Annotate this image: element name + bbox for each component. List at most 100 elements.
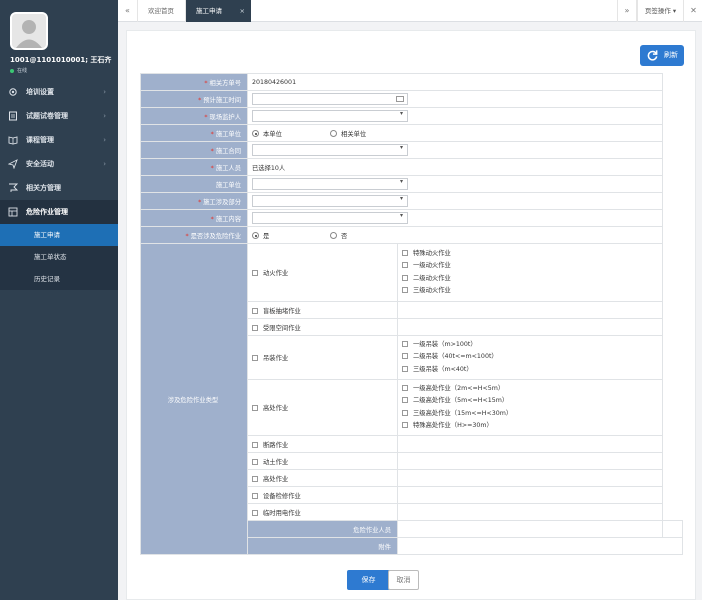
- close-icon[interactable]: ×: [240, 0, 245, 22]
- sidebar-item-training-settings[interactable]: 培训设置 ›: [0, 80, 118, 104]
- type-height[interactable]: 高处作业: [247, 379, 398, 436]
- tab-home[interactable]: 欢迎首页: [138, 0, 186, 22]
- form-actions: 保存 取消: [127, 570, 697, 592]
- level-option[interactable]: 三级吊装（m<40t）: [402, 364, 658, 377]
- tab-operations-dropdown[interactable]: 页签操作 ▾: [637, 0, 683, 22]
- level-option[interactable]: 二级动火作业: [402, 273, 658, 286]
- attachment-cell[interactable]: [397, 537, 683, 555]
- calendar-icon[interactable]: [396, 96, 404, 102]
- radio-checked[interactable]: [252, 232, 259, 239]
- personnel-cell[interactable]: [397, 520, 663, 538]
- unit-radio-own[interactable]: 本单位: [252, 129, 328, 138]
- tab-construction-application[interactable]: 施工申请 ×: [186, 0, 251, 22]
- checkbox-label: 三级高处作业（15m<=H<30m）: [413, 409, 513, 417]
- danger-radio-yes[interactable]: 是: [252, 231, 328, 240]
- checkbox[interactable]: [402, 409, 408, 416]
- tab-label: 欢迎首页: [148, 7, 174, 15]
- level-option[interactable]: 三级高处作业（15m<=H<30m）: [402, 408, 658, 421]
- fullscreen-button[interactable]: ✕: [683, 0, 702, 22]
- radio-unchecked[interactable]: [330, 232, 338, 239]
- tab-scroll-right-button[interactable]: »: [617, 0, 637, 22]
- avatar[interactable]: [10, 12, 48, 50]
- checkbox[interactable]: [252, 405, 258, 411]
- workers-value[interactable]: 已选择10人: [247, 158, 663, 176]
- start-time-input[interactable]: [252, 93, 408, 105]
- level-option[interactable]: 一级动火作业: [402, 260, 658, 273]
- refresh-button[interactable]: 刷新: [640, 45, 684, 66]
- chevron-right-icon: ›: [103, 136, 106, 144]
- level-option[interactable]: 二级吊装（40t<=m<100t）: [402, 351, 658, 364]
- checkbox[interactable]: [402, 274, 408, 281]
- type-fire[interactable]: 动火作业: [247, 243, 398, 302]
- content-select[interactable]: ▾: [252, 212, 408, 224]
- type-confined-space[interactable]: 受限空间作业: [247, 318, 398, 336]
- checkbox[interactable]: [252, 270, 258, 276]
- sidebar-item-dangerous-work[interactable]: 危险作业管理: [0, 200, 118, 224]
- sidebar-item-related-party[interactable]: 相关方管理: [0, 176, 118, 200]
- chevron-down-icon: ▾: [399, 110, 403, 117]
- tab-scroll-left-button[interactable]: «: [118, 0, 138, 22]
- checkbox[interactable]: [402, 262, 408, 268]
- type-temp-power[interactable]: 临时用电作业: [247, 503, 398, 521]
- form-label: * 施工人员: [140, 158, 248, 176]
- submenu-history[interactable]: 历史记录: [0, 268, 118, 290]
- chevron-down-icon: ▾: [399, 178, 403, 185]
- area-select[interactable]: ▾: [252, 195, 408, 207]
- chevron-down-icon: ▾: [399, 144, 403, 151]
- sidebar-item-exam-management[interactable]: 试题试卷管理 ›: [0, 104, 118, 128]
- user-avatar-icon: [12, 14, 46, 48]
- unit-radio-related[interactable]: 相关单位: [330, 129, 366, 138]
- form-label: * 施工涉及部分: [140, 192, 248, 210]
- book-icon: [8, 136, 18, 145]
- level-option[interactable]: 一级吊装（m>100t）: [402, 339, 658, 352]
- level-option[interactable]: 一级高处作业（2m<=H<5m）: [402, 383, 658, 396]
- submenu-construction-application[interactable]: 施工申请: [0, 224, 118, 246]
- type-road-break[interactable]: 断路作业: [247, 435, 398, 453]
- tab-label: 施工申请: [196, 7, 222, 15]
- checkbox-label: 一级动火作业: [413, 262, 451, 269]
- type-lifting[interactable]: 吊装作业: [247, 335, 398, 380]
- cancel-button[interactable]: 取消: [388, 570, 419, 590]
- checkbox[interactable]: [402, 422, 408, 428]
- label-text: 预计施工时间: [203, 96, 241, 104]
- submenu-order-status[interactable]: 施工单状态: [0, 246, 118, 268]
- danger-radio-no[interactable]: 否: [330, 231, 347, 240]
- supervisor-select[interactable]: ▾: [252, 110, 408, 122]
- checkbox[interactable]: [252, 441, 258, 448]
- sidebar-item-safety-activity[interactable]: 安全活动 ›: [0, 152, 118, 176]
- type-earthwork[interactable]: 动土作业: [247, 452, 398, 470]
- sidebar-item-label: 危险作业管理: [26, 208, 68, 216]
- unit-select[interactable]: ▾: [252, 178, 408, 190]
- level-option[interactable]: 特殊动火作业: [402, 248, 658, 261]
- checkbox[interactable]: [402, 397, 408, 403]
- checkbox[interactable]: [252, 509, 258, 516]
- level-option[interactable]: 二级高处作业（5m<=H<15m）: [402, 395, 658, 408]
- type-blind-plate[interactable]: 盲板抽堵作业: [247, 301, 398, 319]
- checkbox[interactable]: [252, 355, 258, 361]
- contract-select[interactable]: ▾: [252, 144, 408, 156]
- checkbox[interactable]: [252, 324, 258, 331]
- save-button[interactable]: 保存: [347, 570, 390, 590]
- checkbox[interactable]: [252, 492, 258, 499]
- radio-label: 本单位: [263, 130, 282, 138]
- required-mark: *: [210, 215, 214, 223]
- checkbox[interactable]: [402, 384, 408, 391]
- checkbox[interactable]: [402, 353, 408, 360]
- type-equipment-repair[interactable]: 设备检修作业: [247, 486, 398, 504]
- checkbox[interactable]: [402, 249, 408, 256]
- checkbox[interactable]: [402, 287, 408, 293]
- type-height-2[interactable]: 高处作业: [247, 469, 398, 487]
- checkbox[interactable]: [252, 307, 258, 314]
- sidebar-item-course-management[interactable]: 课程管理 ›: [0, 128, 118, 152]
- checkbox[interactable]: [402, 365, 408, 372]
- level-option[interactable]: 三级动火作业: [402, 285, 658, 298]
- radio-checked[interactable]: [252, 130, 259, 137]
- gear-icon: [9, 88, 17, 96]
- form-label: 施工单位: [140, 175, 248, 193]
- level-option[interactable]: 特殊高处作业（H>=30m）: [402, 420, 658, 433]
- checkbox[interactable]: [252, 458, 258, 465]
- label-text: 施工单位: [215, 130, 241, 138]
- radio-unchecked[interactable]: [330, 130, 338, 137]
- checkbox[interactable]: [252, 475, 258, 482]
- checkbox[interactable]: [402, 340, 408, 347]
